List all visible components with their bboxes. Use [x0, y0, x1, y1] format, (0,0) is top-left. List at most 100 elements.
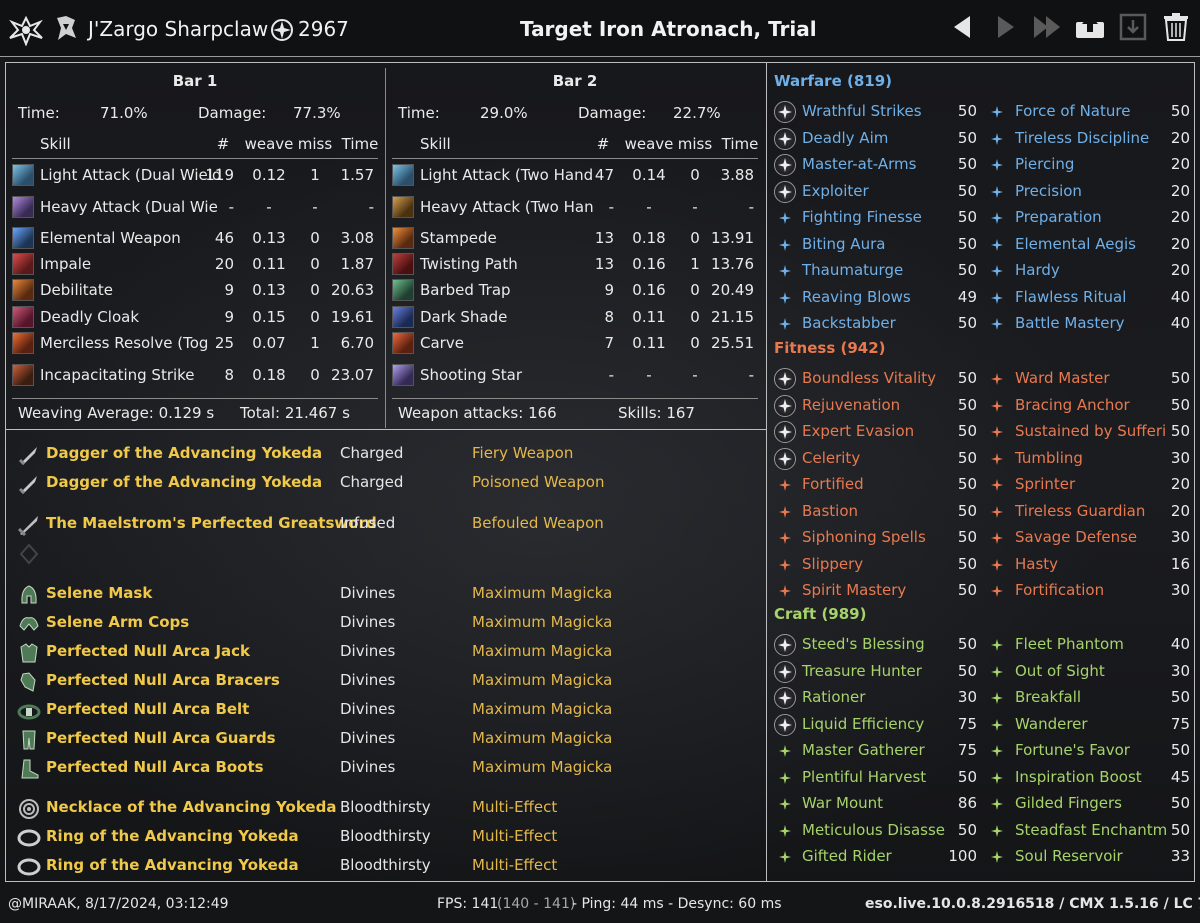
bar2-footer-line	[392, 398, 758, 399]
star-icon	[991, 133, 1003, 145]
cp-star-points: 50	[957, 475, 977, 493]
upload-icon[interactable]	[1074, 12, 1106, 42]
cp-star-name: Bastion	[802, 502, 859, 520]
skill-count: 20	[214, 255, 234, 273]
bar2-header-line	[392, 158, 758, 159]
cp-star-points: 20	[1170, 261, 1190, 279]
star-icon	[779, 292, 791, 304]
star-icon	[991, 585, 1003, 597]
cp-star-name: Biting Aura	[802, 235, 886, 253]
skill-name: Twisting Path	[420, 255, 518, 273]
cp-star-points: 20	[1170, 208, 1190, 226]
slotted-star-icon	[774, 687, 796, 709]
ring-icon	[17, 858, 41, 876]
skill-time: 6.70	[340, 334, 374, 352]
skill-count: -	[608, 198, 614, 216]
skill-count: 9	[224, 281, 234, 299]
skill-icon	[12, 332, 34, 354]
star-icon	[779, 585, 791, 597]
gear-item-enchant: Maximum Magicka	[472, 642, 613, 660]
cp-star-points: 50	[957, 155, 977, 173]
cp-star-points: 50	[957, 396, 977, 414]
next-fight-icon[interactable]	[990, 12, 1020, 42]
star-icon	[779, 559, 791, 571]
previous-fight-icon[interactable]	[948, 12, 978, 42]
cp-star-points: 20	[1170, 129, 1190, 147]
gear-item-trait: Bloodthirsty	[340, 798, 431, 816]
cp-star-name: Force of Nature	[1015, 102, 1131, 120]
legs-icon	[22, 730, 36, 750]
star-icon	[991, 265, 1003, 277]
gear-divider	[5, 429, 766, 430]
fight-title: Target Iron Atronach, Trial	[520, 17, 817, 41]
bar2-col-weave: weave	[624, 135, 674, 153]
cp-star-name: Exploiter	[802, 182, 869, 200]
skill-weave: 0.11	[632, 334, 666, 352]
bar2-title: Bar 2	[552, 72, 598, 90]
necklace-icon	[19, 799, 39, 819]
bar2-weapon-attacks: Weapon attacks: 166	[398, 404, 557, 422]
slotted-star-icon	[774, 661, 796, 683]
skill-name: Merciless Resolve (Tog	[40, 334, 209, 352]
skill-icon	[392, 332, 414, 354]
cp-star-points: 50	[957, 581, 977, 599]
skill-miss: 0	[310, 308, 320, 326]
cp-star-name: Preparation	[1015, 208, 1102, 226]
cp-star-points: 45	[1170, 768, 1190, 786]
slotted-star-icon	[774, 395, 796, 417]
cp-star-points: 40	[1170, 314, 1190, 332]
delete-icon[interactable]	[1162, 12, 1190, 42]
gear-item-trait: Charged	[340, 473, 404, 491]
save-icon[interactable]	[1118, 12, 1148, 42]
cp-tree-fitness-title: Fitness (942)	[774, 339, 886, 357]
skill-miss: 0	[310, 366, 320, 384]
skill-name: Stampede	[420, 229, 497, 247]
chest-icon	[20, 643, 38, 663]
cp-star-points: 20	[1170, 502, 1190, 520]
gear-item-enchant: Maximum Magicka	[472, 584, 613, 602]
skill-time: 3.88	[720, 166, 754, 184]
cp-star-name: Spirit Mastery	[802, 581, 907, 599]
cp-star-points: 30	[1170, 528, 1190, 546]
gear-item-enchant: Multi-Effect	[472, 798, 558, 816]
skill-weave: 0.11	[252, 255, 286, 273]
cp-star-points: 75	[957, 741, 977, 759]
footer-ping-desync: - Ping: 44 ms - Desync: 60 ms	[572, 896, 782, 912]
skill-count: 7	[604, 334, 614, 352]
star-icon	[991, 772, 1003, 784]
skill-count: 8	[224, 366, 234, 384]
skill-count: -	[608, 366, 614, 384]
cp-star-points: 50	[957, 502, 977, 520]
gear-item-name: Necklace of the Advancing Yokeda	[46, 798, 337, 816]
cp-star-points: 33	[1170, 847, 1190, 865]
star-icon	[991, 373, 1003, 385]
gear-item-name: Selene Arm Cops	[46, 613, 190, 631]
skill-weave: 0.13	[252, 281, 286, 299]
cp-star-name: Fortified	[802, 475, 864, 493]
star-icon	[779, 745, 791, 757]
star-icon	[991, 292, 1003, 304]
last-fight-icon[interactable]	[1030, 12, 1066, 42]
star-icon	[991, 506, 1003, 518]
cp-star-name: Steed's Blessing	[802, 635, 925, 653]
empty-slot-icon	[19, 543, 39, 565]
skill-weave: 0.16	[632, 281, 666, 299]
bar1-time-value: 71.0%	[100, 104, 148, 122]
cp-star-name: Master Gatherer	[802, 741, 925, 759]
bar1-time-label: Time:	[18, 104, 60, 122]
cp-star-points: 50	[957, 422, 977, 440]
skill-time: 19.61	[331, 308, 374, 326]
cp-star-points: 49	[957, 288, 977, 306]
gear-item-name: The Maelstrom's Perfected Greatsword	[46, 514, 377, 532]
slotted-star-icon	[774, 181, 796, 203]
cp-star-points: 50	[1170, 741, 1190, 759]
cp-star-points: 50	[1170, 369, 1190, 387]
cp-star-points: 50	[1170, 688, 1190, 706]
gear-item-enchant: Befouled Weapon	[472, 514, 604, 532]
skill-miss: 1	[310, 334, 320, 352]
gear-item-trait: Divines	[340, 729, 396, 747]
class-icon	[57, 16, 76, 40]
gear-item-trait: Bloodthirsty	[340, 856, 431, 874]
cp-star-name: Steadfast Enchantm	[1015, 821, 1168, 839]
slotted-star-icon	[774, 421, 796, 443]
